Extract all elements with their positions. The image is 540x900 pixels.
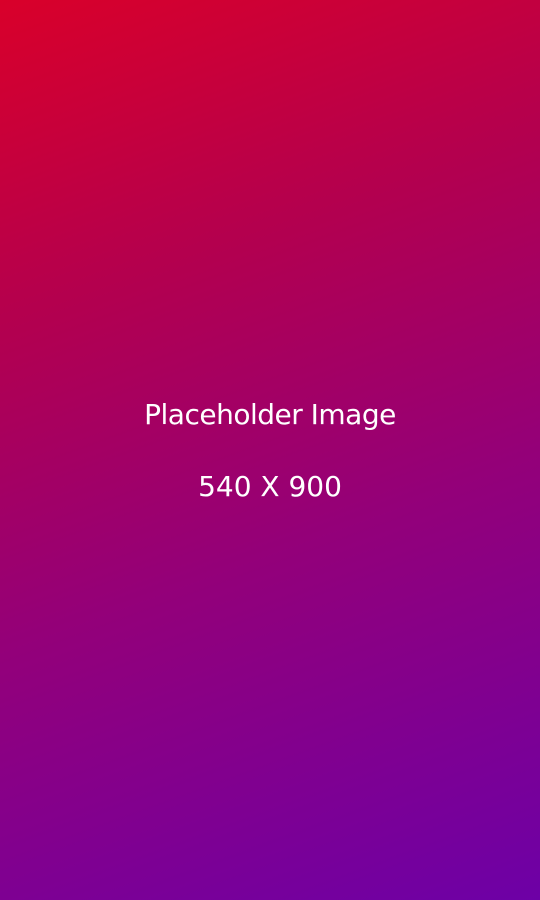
placeholder-dimensions: 540 X 900 (198, 470, 342, 503)
placeholder-title: Placeholder Image (144, 398, 396, 431)
placeholder-canvas: Placeholder Image 540 X 900 (0, 0, 540, 900)
